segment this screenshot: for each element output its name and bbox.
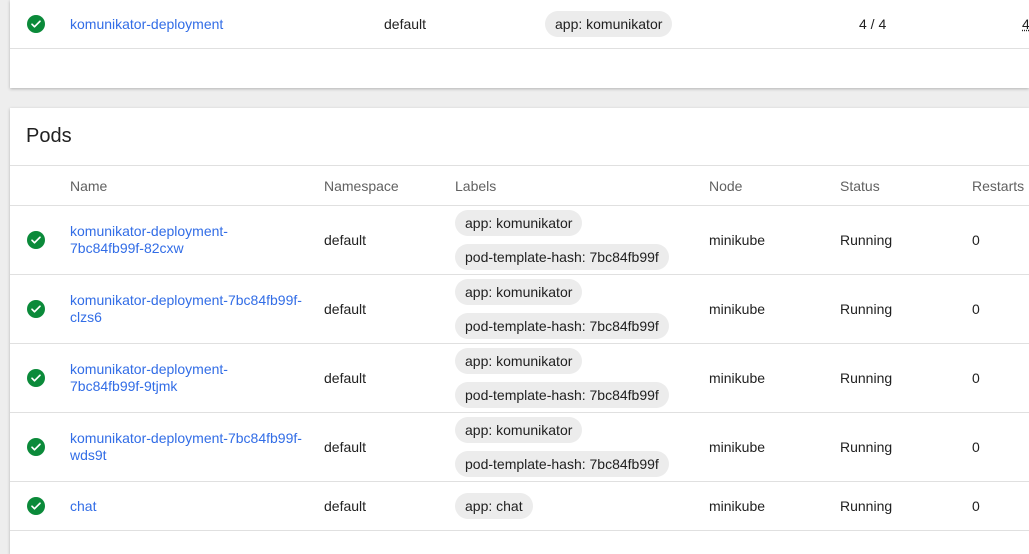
check-circle-icon: [27, 300, 45, 318]
deployment-name-link[interactable]: komunikator-deployment: [70, 16, 223, 33]
check-circle-icon: [27, 15, 45, 33]
pod-node: minikube: [709, 439, 766, 455]
pod-name-link[interactable]: komunikator-deployment- 7bc84fb99f-9tjmk: [70, 361, 228, 395]
deployment-row: komunikator-deployment default app: komu…: [10, 0, 1029, 49]
label-chip: app: chat: [455, 493, 533, 519]
column-header-node[interactable]: Node: [709, 166, 742, 205]
table-row: komunikator-deployment- 7bc84fb99f-9tjmk …: [10, 344, 1029, 413]
pod-restarts: 0: [972, 232, 980, 248]
label-chip: pod-template-hash: 7bc84fb99f: [455, 382, 669, 408]
label-chip: app: komunikator: [455, 417, 583, 443]
pod-restarts: 0: [972, 498, 980, 514]
check-circle-icon: [27, 369, 45, 387]
pod-name-link[interactable]: chat: [70, 498, 96, 515]
pod-status: Running: [840, 439, 893, 455]
check-circle-icon: [27, 231, 45, 249]
table-row: chat default app: chat minikube Running …: [10, 482, 1029, 531]
deployment-namespace: default: [384, 16, 427, 32]
table-row: komunikator-deployment-7bc84fb99f-wds9t …: [10, 413, 1029, 482]
pod-namespace: default: [324, 301, 367, 317]
label-chip: pod-template-hash: 7bc84fb99f: [455, 313, 669, 339]
column-header-name[interactable]: Name: [70, 166, 107, 205]
pod-node: minikube: [709, 301, 766, 317]
pod-name-link[interactable]: komunikator-deployment-7bc84fb99f-clzs6: [70, 292, 302, 326]
pod-node: minikube: [709, 370, 766, 386]
pod-namespace: default: [324, 370, 367, 386]
table-header: Name Namespace Labels Node Status Restar…: [10, 165, 1029, 206]
column-header-restarts[interactable]: Restarts: [972, 166, 1024, 205]
label-chip: pod-template-hash: 7bc84fb99f: [455, 451, 669, 477]
deployment-created: 4: [1022, 16, 1029, 32]
label-chip: app: komunikator: [455, 279, 583, 305]
table-row: komunikator-deployment-7bc84fb99f-clzs6 …: [10, 275, 1029, 344]
check-circle-icon: [27, 438, 45, 456]
column-header-status[interactable]: Status: [840, 166, 880, 205]
pod-namespace: default: [324, 439, 367, 455]
pod-restarts: 0: [972, 301, 980, 317]
deployment-pods-count: 4 / 4: [859, 16, 887, 32]
pod-namespace: default: [324, 232, 367, 248]
deployment-label-chip: app: komunikator: [545, 11, 673, 37]
deployment-status: [27, 0, 45, 48]
column-header-labels: Labels: [455, 177, 497, 194]
pod-restarts: 0: [972, 439, 980, 455]
pod-name-link[interactable]: komunikator-deployment-7bc84fb99f-wds9t: [70, 430, 302, 464]
label-chip: pod-template-hash: 7bc84fb99f: [455, 244, 669, 270]
pods-card: Pods Name Namespace Labels Node Status R…: [10, 108, 1029, 554]
label-chip: app: komunikator: [455, 210, 583, 236]
pod-status: Running: [840, 498, 893, 514]
deployments-card: komunikator-deployment default app: komu…: [10, 0, 1029, 88]
table-row: komunikator-deployment- 7bc84fb99f-82cxw …: [10, 206, 1029, 275]
pod-node: minikube: [709, 498, 766, 514]
pod-node: minikube: [709, 232, 766, 248]
check-circle-icon: [27, 497, 45, 515]
column-header-namespace[interactable]: Namespace: [324, 166, 399, 205]
pods-title: Pods: [26, 125, 72, 147]
pod-restarts: 0: [972, 370, 980, 386]
pod-status: Running: [840, 232, 893, 248]
pod-name-link[interactable]: komunikator-deployment- 7bc84fb99f-82cxw: [70, 223, 228, 257]
pod-status: Running: [840, 370, 893, 386]
pod-namespace: default: [324, 498, 367, 514]
pod-status: Running: [840, 301, 893, 317]
label-chip: app: komunikator: [455, 348, 583, 374]
